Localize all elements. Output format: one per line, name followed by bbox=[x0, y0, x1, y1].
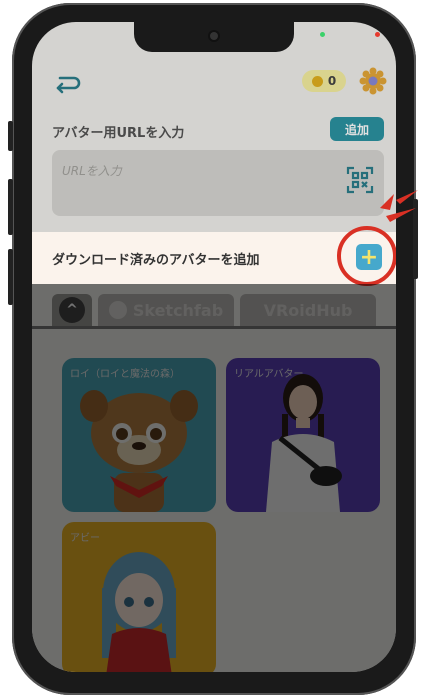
mute-switch bbox=[8, 121, 13, 151]
add-url-button[interactable]: 追加 bbox=[330, 117, 384, 141]
coin-balance: 0 bbox=[302, 70, 346, 92]
phone-notch bbox=[134, 22, 294, 52]
add-downloaded-avatar-row[interactable]: ダウンロード済みのアバターを追加 + bbox=[32, 226, 396, 286]
tab-vrm[interactable]: ^ bbox=[52, 294, 92, 326]
url-label: アバター用URLを入力 bbox=[52, 126, 185, 141]
top-bar: 0 bbox=[32, 62, 396, 104]
volume-up-button bbox=[8, 179, 13, 235]
avatar-name: アビー bbox=[70, 533, 100, 544]
app-screen: 0 アバター用URLを入力 追加 URLを入力 ダウンロード済みのアバターを追加… bbox=[32, 22, 396, 672]
indicator-dot-green bbox=[320, 32, 325, 37]
url-input-placeholder: URLを入力 bbox=[62, 164, 122, 178]
gear-icon[interactable] bbox=[359, 67, 387, 95]
avatar-card-real[interactable]: リアルアバター bbox=[226, 358, 380, 512]
add-downloaded-avatar-label: ダウンロード済みのアバターを追加 bbox=[52, 253, 260, 268]
avatar-card-roi[interactable]: ロイ（ロイと魔法の森） bbox=[62, 358, 216, 512]
tab-sketchfab[interactable]: Sketchfab bbox=[98, 294, 234, 326]
source-tabs: ^ Sketchfab VRoidHub bbox=[32, 294, 396, 329]
roi-avatar-image bbox=[80, 390, 198, 512]
tab-sketchfab-label: Sketchfab bbox=[132, 300, 224, 320]
coin-count: 0 bbox=[327, 74, 337, 88]
avatar-name: ロイ（ロイと魔法の森） bbox=[70, 369, 180, 380]
volume-down-button bbox=[8, 249, 13, 305]
avatar-card-abby[interactable]: アビー bbox=[62, 522, 216, 672]
url-input[interactable]: URLを入力 bbox=[52, 150, 384, 216]
tab-vroidhub-label: VRoidHub bbox=[263, 300, 353, 320]
back-icon[interactable] bbox=[50, 72, 82, 96]
tab-vroidhub[interactable]: VRoidHub bbox=[240, 294, 376, 326]
coin-icon bbox=[311, 75, 323, 87]
abby-avatar-image bbox=[102, 552, 176, 672]
real-avatar-image bbox=[266, 374, 342, 512]
vr-icon: ^ bbox=[59, 297, 85, 323]
tab-divider bbox=[32, 326, 396, 329]
qr-scan-icon[interactable] bbox=[346, 166, 374, 194]
indicator-dot-red bbox=[375, 32, 380, 37]
attention-rays-icon bbox=[380, 190, 418, 222]
camera-icon bbox=[210, 32, 218, 40]
sketchfab-icon bbox=[108, 301, 127, 319]
avatar-name: リアルアバター bbox=[234, 369, 304, 380]
